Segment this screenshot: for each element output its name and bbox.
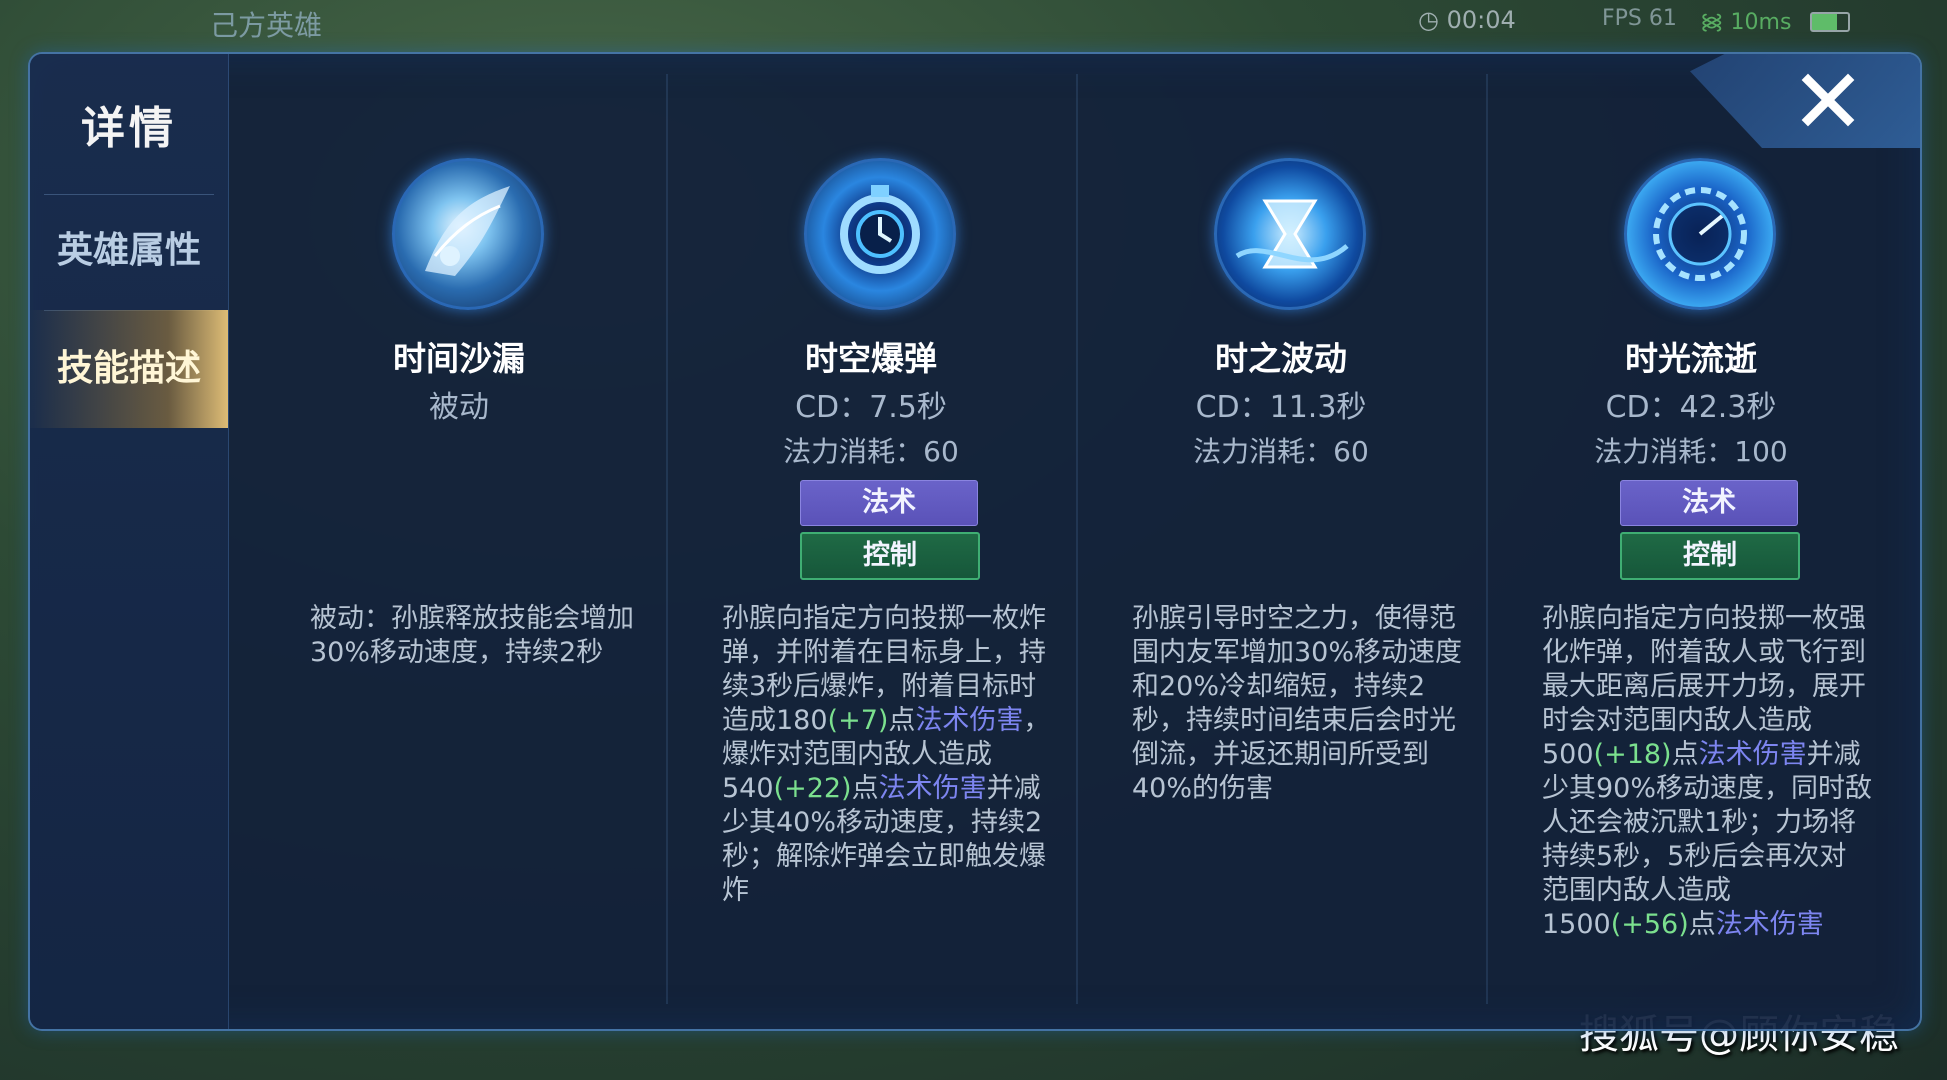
skill-mana-cost: 法力消耗：60	[1193, 435, 1369, 468]
tag-magic: 法术	[1620, 480, 1798, 526]
skill-name: 时之波动	[1215, 339, 1347, 378]
skill-card-2: 时之波动 CD：11.3秒 法力消耗：60 孙膑引导时空之力，使得范围内友军增加…	[1076, 54, 1486, 1029]
skill-detail-panel: 详情 英雄属性 技能描述 时间沙漏 被动 被动：孙膑释放技能会增加30%移动速度…	[28, 52, 1922, 1031]
skill-card-1: 时空爆弹 CD：7.5秒 法力消耗：60 法术 控制 孙膑向指定方向投掷一枚炸弹…	[666, 54, 1076, 1029]
top-left-title: 己方英雄	[210, 9, 323, 42]
timer-readout: ◷ 00:04	[1418, 6, 1516, 34]
scaling-value: (+18)	[1593, 739, 1672, 770]
damage-type-keyword: 法术伤害	[1715, 909, 1824, 940]
sidebar-item-skill-description[interactable]: 技能描述	[30, 310, 228, 428]
skill-card-passive: 时间沙漏 被动 被动：孙膑释放技能会增加30%移动速度，持续2秒	[254, 54, 664, 1029]
ping-text: 10ms	[1730, 10, 1792, 35]
description-text: 点	[888, 705, 916, 736]
clock-icon: ◷	[1418, 6, 1447, 34]
description-text: 点	[1671, 739, 1699, 770]
skill-card-ultimate: 时光流逝 CD：42.3秒 法力消耗：100 法术 控制 孙膑向指定方向投掷一枚…	[1486, 54, 1896, 1029]
battery-icon	[1810, 12, 1850, 32]
skill-description: 孙膑向指定方向投掷一枚强化炸弹，附着敌人或飞行到最大距离后展开力场，展开时会对范…	[1542, 602, 1872, 942]
tag-control: 控制	[800, 532, 980, 580]
skill-name: 时空爆弹	[805, 339, 937, 378]
sidebar-item-hero-attributes[interactable]: 英雄属性	[30, 192, 228, 310]
skill-mana-cost: 法力消耗：100	[1594, 435, 1788, 468]
damage-type-keyword: 法术伤害	[1698, 739, 1807, 770]
hourglass-wing-icon[interactable]	[392, 158, 544, 310]
tag-control: 控制	[1620, 532, 1800, 580]
description-text: 点	[851, 773, 879, 804]
description-text: 被动：孙膑释放技能会增加30%移动速度，持续2秒	[310, 603, 634, 668]
clock-field-icon[interactable]	[1624, 158, 1776, 310]
damage-type-keyword: 法术伤害	[878, 773, 987, 804]
sidebar: 详情 英雄属性 技能描述	[30, 54, 229, 1029]
wifi-icon: ᯼	[1700, 10, 1731, 35]
skill-name: 时光流逝	[1625, 339, 1757, 378]
skill-mana-cost: 法力消耗：60	[783, 435, 959, 468]
skill-cooldown: CD：11.3秒	[1195, 390, 1367, 425]
time-wave-icon[interactable]	[1214, 158, 1366, 310]
scaling-value: (+22)	[773, 773, 852, 804]
fps-readout: FPS 61	[1602, 6, 1677, 31]
skill-description: 被动：孙膑释放技能会增加30%移动速度，持续2秒	[310, 602, 640, 670]
skill-type: 被动	[429, 390, 489, 425]
timer-text: 00:04	[1446, 6, 1516, 34]
damage-type-keyword: 法术伤害	[915, 705, 1024, 736]
time-bomb-icon[interactable]	[804, 158, 956, 310]
skill-name: 时间沙漏	[393, 339, 525, 378]
scaling-value: (+7)	[827, 705, 889, 736]
sidebar-item-label: 英雄属性	[56, 230, 201, 271]
skill-description: 孙膑向指定方向投掷一枚炸弹，并附着在目标身上，持续3秒后爆炸，附着目标时造成18…	[722, 602, 1052, 908]
ping-readout: ᯼ 10ms	[1700, 6, 1791, 36]
skill-description: 孙膑引导时空之力，使得范围内友军增加30%移动速度和20%冷却缩短，持续2秒，持…	[1132, 602, 1462, 806]
tag-magic: 法术	[800, 480, 978, 526]
description-text: 孙膑引导时空之力，使得范围内友军增加30%移动速度和20%冷却缩短，持续2秒，持…	[1132, 603, 1463, 804]
skill-cooldown: CD：42.3秒	[1605, 390, 1777, 425]
sidebar-title: 详情	[81, 103, 177, 154]
skill-cooldown: CD：7.5秒	[795, 390, 947, 425]
scaling-value: (+56)	[1610, 909, 1689, 940]
description-text: 点	[1688, 909, 1716, 940]
sidebar-item-label: 技能描述	[56, 348, 201, 389]
